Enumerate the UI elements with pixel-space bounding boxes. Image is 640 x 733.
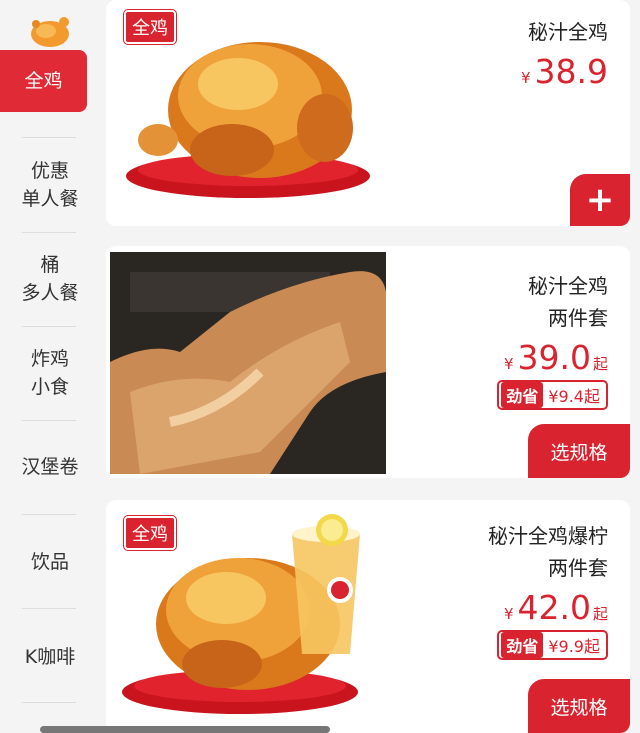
sidebar-divider [22, 326, 76, 327]
sidebar-divider [22, 137, 76, 138]
product-card[interactable]: 全鸡 秘汁全鸡爆柠 两件套 ¥42.0 起 劲省 ¥9.9起 选规格 [106, 500, 630, 733]
savings-badge: 劲省 ¥9.9起 [497, 630, 608, 660]
product-price: ¥39.0 起 [503, 338, 608, 377]
product-image: 全鸡 [110, 504, 386, 730]
product-image [110, 252, 386, 474]
sidebar-item-bucket[interactable]: 桶 多人餐 [0, 244, 100, 314]
choose-spec-button[interactable]: 选规格 [528, 679, 630, 733]
product-price: ¥42.0 起 [503, 588, 608, 627]
pulled-chicken-image [110, 252, 386, 474]
category-sidebar: 全鸡 优惠 单人餐 桶 多人餐 炸鸡 小食 汉堡卷 饮品 K咖啡 [0, 0, 100, 733]
sidebar-divider [22, 232, 76, 233]
product-name: 秘汁全鸡 [528, 20, 608, 44]
sidebar-item-single-meal[interactable]: 优惠 单人餐 [0, 150, 100, 220]
category-tag: 全鸡 [124, 516, 176, 550]
product-image: 全鸡 [110, 0, 386, 222]
sidebar-divider [22, 608, 76, 609]
add-to-cart-button[interactable]: + [570, 174, 630, 226]
product-price: ¥38.9 [520, 52, 608, 91]
choose-spec-button[interactable]: 选规格 [528, 424, 630, 478]
product-name: 秘汁全鸡爆柠 两件套 [488, 524, 608, 580]
sidebar-divider [22, 514, 76, 515]
sidebar-item-drinks[interactable]: 饮品 [0, 545, 100, 579]
sidebar-divider [22, 420, 76, 421]
sidebar-item-k-coffee[interactable]: K咖啡 [0, 640, 100, 674]
sidebar-divider [22, 702, 76, 703]
savings-badge: 劲省 ¥9.4起 [497, 380, 608, 410]
sidebar-item-whole-chicken[interactable]: 全鸡 [0, 50, 87, 112]
sidebar-item-fried-chicken-snacks[interactable]: 炸鸡 小食 [0, 338, 100, 408]
product-card[interactable]: 全鸡 秘汁全鸡 ¥38.9 + [106, 0, 630, 226]
product-card[interactable]: 秘汁全鸡 两件套 ¥39.0 起 劲省 ¥9.4起 选规格 [106, 246, 630, 478]
horizontal-scrollbar[interactable] [40, 726, 330, 733]
product-name: 秘汁全鸡 两件套 [528, 274, 608, 330]
roast-chicken-icon [31, 17, 69, 47]
category-tag: 全鸡 [124, 10, 176, 44]
sidebar-item-burgers[interactable]: 汉堡卷 [0, 450, 100, 484]
